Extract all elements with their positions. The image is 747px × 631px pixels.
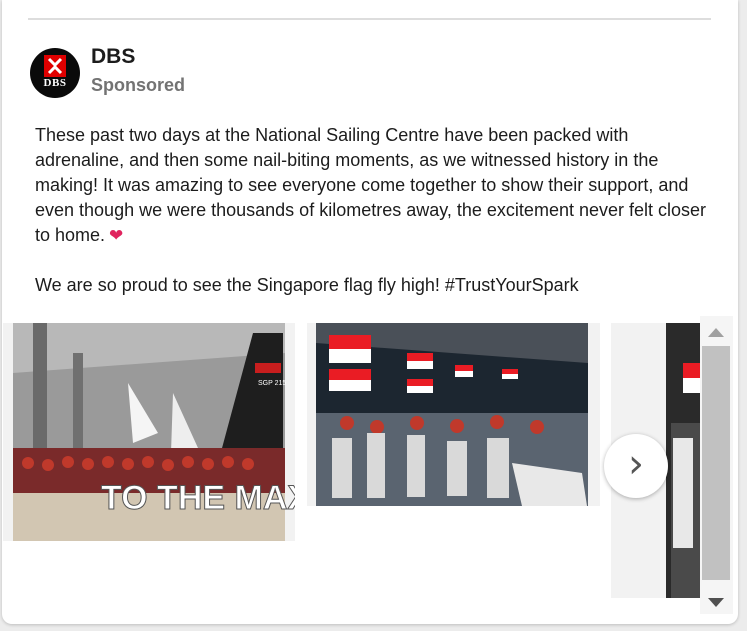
author-name[interactable]: DBS	[91, 45, 135, 69]
triangle-up-icon[interactable]	[708, 328, 724, 337]
dbs-star-logo	[44, 55, 66, 77]
triangle-down-icon[interactable]	[708, 598, 724, 607]
post-text: These past two days at the National Sail…	[35, 123, 715, 298]
post-paragraph: We are so proud to see the Singapore fla…	[35, 273, 715, 298]
scrollbar-thumb[interactable]	[702, 346, 730, 580]
image-carousel: SGP 215 TO THE MAX	[0, 323, 700, 598]
chevron-right-icon: ›	[628, 441, 644, 487]
avatar-logo-text: DBS	[43, 77, 67, 89]
post-paragraph: These past two days at the National Sail…	[35, 123, 715, 248]
avatar[interactable]: DBS	[30, 48, 80, 98]
heart-icon: ❤	[109, 226, 124, 245]
group-photo-image: SGP 215 TO THE MAX	[13, 323, 295, 541]
carousel-slide[interactable]	[307, 323, 600, 506]
sponsored-label: Sponsored	[91, 75, 186, 95]
banner-text: TO THE MAX	[101, 479, 295, 517]
sail-number: SGP 215	[258, 380, 286, 387]
carousel-slide[interactable]: SGP 215 TO THE MAX	[3, 323, 295, 541]
crowd-photo-image	[316, 323, 588, 506]
post-paragraph-text: We are so proud to see the Singapore fla…	[35, 275, 579, 295]
top-divider	[28, 18, 711, 20]
carousel-next-button[interactable]: ›	[604, 434, 668, 498]
carousel-scrollbar[interactable]	[700, 316, 733, 614]
post-paragraph-text: These past two days at the National Sail…	[35, 125, 707, 245]
